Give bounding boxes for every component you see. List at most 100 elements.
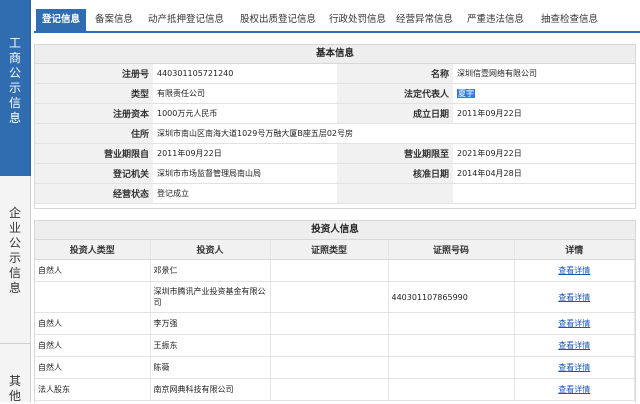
tab-filing[interactable]: 备案信息 xyxy=(89,9,139,31)
sidebar-item-qita[interactable]: 其 他 xyxy=(0,344,31,403)
info-row: 注册号 440301105721240 名称 深圳信壹网络有限公司 xyxy=(35,64,635,84)
type-label: 类型 xyxy=(35,83,153,104)
detail-cell: 查看详情 xyxy=(514,378,635,401)
capital-label: 注册资本 xyxy=(35,103,153,124)
status-value: 登记成立 xyxy=(153,183,337,204)
investor-type: 自然人 xyxy=(35,334,151,357)
sidebar-char: 息 xyxy=(8,111,21,125)
tab-bar: 登记信息 备案信息 动产抵押登记信息 股权出质登记信息 行政处罚信息 经营异常信… xyxy=(34,9,640,32)
authority-label: 登记机关 xyxy=(35,163,153,184)
investor-id-number xyxy=(388,378,515,401)
investor-name: 王振东 xyxy=(150,334,271,357)
tab-spot-check[interactable]: 抽查检查信息 xyxy=(537,9,602,31)
legal-rep-label: 法定代表人 xyxy=(337,83,453,104)
basic-info-panel: 基本信息 注册号 440301105721240 名称 深圳信壹网络有限公司 类… xyxy=(34,44,636,209)
legal-rep-cell: 夏宇 xyxy=(453,83,635,104)
detail-cell: 查看详情 xyxy=(514,281,635,313)
name-label: 名称 xyxy=(337,64,453,84)
term-to-value: 2021年09月22日 xyxy=(453,143,635,164)
investor-info-panel: 投资人信息 投资人类型 投资人 证照类型 证照号码 详情 自然人 邓景仁 查看详… xyxy=(34,220,636,403)
authority-value: 深圳市市场监督管理局南山局 xyxy=(153,163,337,184)
approve-date-label: 核准日期 xyxy=(337,163,453,184)
info-row: 登记机关 深圳市市场监督管理局南山局 核准日期 2014年04月28日 xyxy=(35,163,635,184)
table-row: 自然人 李万强 查看详情 xyxy=(35,312,635,335)
est-date-value: 2011年09月22日 xyxy=(453,103,635,124)
investor-name: 李万强 xyxy=(150,312,271,335)
tab-serious-violation[interactable]: 严重违法信息 xyxy=(463,9,528,31)
view-detail-link[interactable]: 查看详情 xyxy=(558,266,590,275)
investor-table: 投资人类型 投资人 证照类型 证照号码 详情 自然人 邓景仁 查看详情 深圳市腾… xyxy=(35,240,635,401)
sidebar-char: 企 xyxy=(8,206,21,220)
investor-name: 邓景仁 xyxy=(150,259,271,282)
col-header-detail: 详情 xyxy=(514,240,635,260)
col-header-investor: 投资人 xyxy=(150,240,271,260)
reg-no-label: 注册号 xyxy=(35,64,153,84)
investor-name: 南京网典科技有限公司 xyxy=(150,378,271,401)
sidebar-char: 息 xyxy=(8,281,21,295)
capital-value: 1000万元人民币 xyxy=(153,103,337,124)
approve-date-value: 2014年04月28日 xyxy=(453,163,635,184)
tab-abnormal-operation[interactable]: 经营异常信息 xyxy=(392,9,457,31)
investor-type: 自然人 xyxy=(35,356,151,379)
status-label: 经营状态 xyxy=(35,183,153,204)
tab-chattel-mortgage[interactable]: 动产抵押登记信息 xyxy=(141,9,231,31)
investor-id-number xyxy=(388,334,515,357)
sidebar-char: 其 xyxy=(8,374,21,388)
address-value: 深圳市南山区南海大道1029号万融大厦B座五层02号房 xyxy=(153,123,635,144)
sidebar-char: 业 xyxy=(8,221,21,235)
view-detail-link[interactable]: 查看详情 xyxy=(558,319,590,328)
investor-id-type xyxy=(270,378,389,401)
sidebar-char: 工 xyxy=(8,36,21,50)
term-from-value: 2011年09月22日 xyxy=(153,143,337,164)
investor-id-number: 440301107865990 xyxy=(388,281,515,313)
reg-no-value: 440301105721240 xyxy=(153,64,337,84)
tab-registration[interactable]: 登记信息 xyxy=(36,9,86,31)
sidebar-char: 示 xyxy=(8,81,21,95)
empty-value xyxy=(453,183,635,204)
legal-rep-value[interactable]: 夏宇 xyxy=(457,89,475,98)
investor-id-type xyxy=(270,281,389,313)
detail-cell: 查看详情 xyxy=(514,356,635,379)
investor-name: 陈薇 xyxy=(150,356,271,379)
view-detail-link[interactable]: 查看详情 xyxy=(558,385,590,394)
info-row: 住所 深圳市南山区南海大道1029号万融大厦B座五层02号房 xyxy=(35,123,635,144)
sidebar-char: 商 xyxy=(8,51,21,65)
sidebar-char: 信 xyxy=(8,96,21,110)
sidebar-item-qiye[interactable]: 企 业 公 示 信 息 xyxy=(0,176,31,344)
view-detail-link[interactable]: 查看详情 xyxy=(558,293,590,302)
tab-equity-pledge[interactable]: 股权出质登记信息 xyxy=(233,9,323,31)
investor-type: 法人股东 xyxy=(35,378,151,401)
table-row: 深圳市腾讯产业投资基金有限公司 440301107865990 查看详情 xyxy=(35,281,635,313)
address-label: 住所 xyxy=(35,123,153,144)
sidebar-item-gongshang[interactable]: 工 商 公 示 信 息 xyxy=(0,0,31,176)
investor-id-type xyxy=(270,334,389,357)
info-row: 经营状态 登记成立 xyxy=(35,183,635,204)
detail-cell: 查看详情 xyxy=(514,312,635,335)
info-row: 类型 有限责任公司 法定代表人 夏宇 xyxy=(35,83,635,104)
sidebar-char: 信 xyxy=(8,266,21,280)
sidebar-char: 示 xyxy=(8,251,21,265)
view-detail-link[interactable]: 查看详情 xyxy=(558,341,590,350)
tab-admin-penalty[interactable]: 行政处罚信息 xyxy=(325,9,390,31)
investor-name: 深圳市腾讯产业投资基金有限公司 xyxy=(150,281,271,313)
investor-type: 自然人 xyxy=(35,259,151,282)
col-header-investor-type: 投资人类型 xyxy=(35,240,151,260)
investor-id-number xyxy=(388,312,515,335)
sidebar-char: 公 xyxy=(8,236,21,250)
sidebar-char: 公 xyxy=(8,66,21,80)
view-detail-link[interactable]: 查看详情 xyxy=(558,363,590,372)
investor-id-number xyxy=(388,259,515,282)
table-row: 自然人 陈薇 查看详情 xyxy=(35,356,635,379)
detail-cell: 查看详情 xyxy=(514,259,635,282)
empty-label xyxy=(337,183,453,204)
table-row: 法人股东 南京网典科技有限公司 查看详情 xyxy=(35,378,635,401)
term-from-label: 营业期限自 xyxy=(35,143,153,164)
name-value: 深圳信壹网络有限公司 xyxy=(453,64,635,84)
investor-header-row: 投资人类型 投资人 证照类型 证照号码 详情 xyxy=(35,240,635,260)
investor-info-title: 投资人信息 xyxy=(35,221,635,240)
investor-type: 自然人 xyxy=(35,312,151,335)
est-date-label: 成立日期 xyxy=(337,103,453,124)
term-to-label: 营业期限至 xyxy=(337,143,453,164)
type-value: 有限责任公司 xyxy=(153,83,337,104)
col-header-id-number: 证照号码 xyxy=(388,240,515,260)
